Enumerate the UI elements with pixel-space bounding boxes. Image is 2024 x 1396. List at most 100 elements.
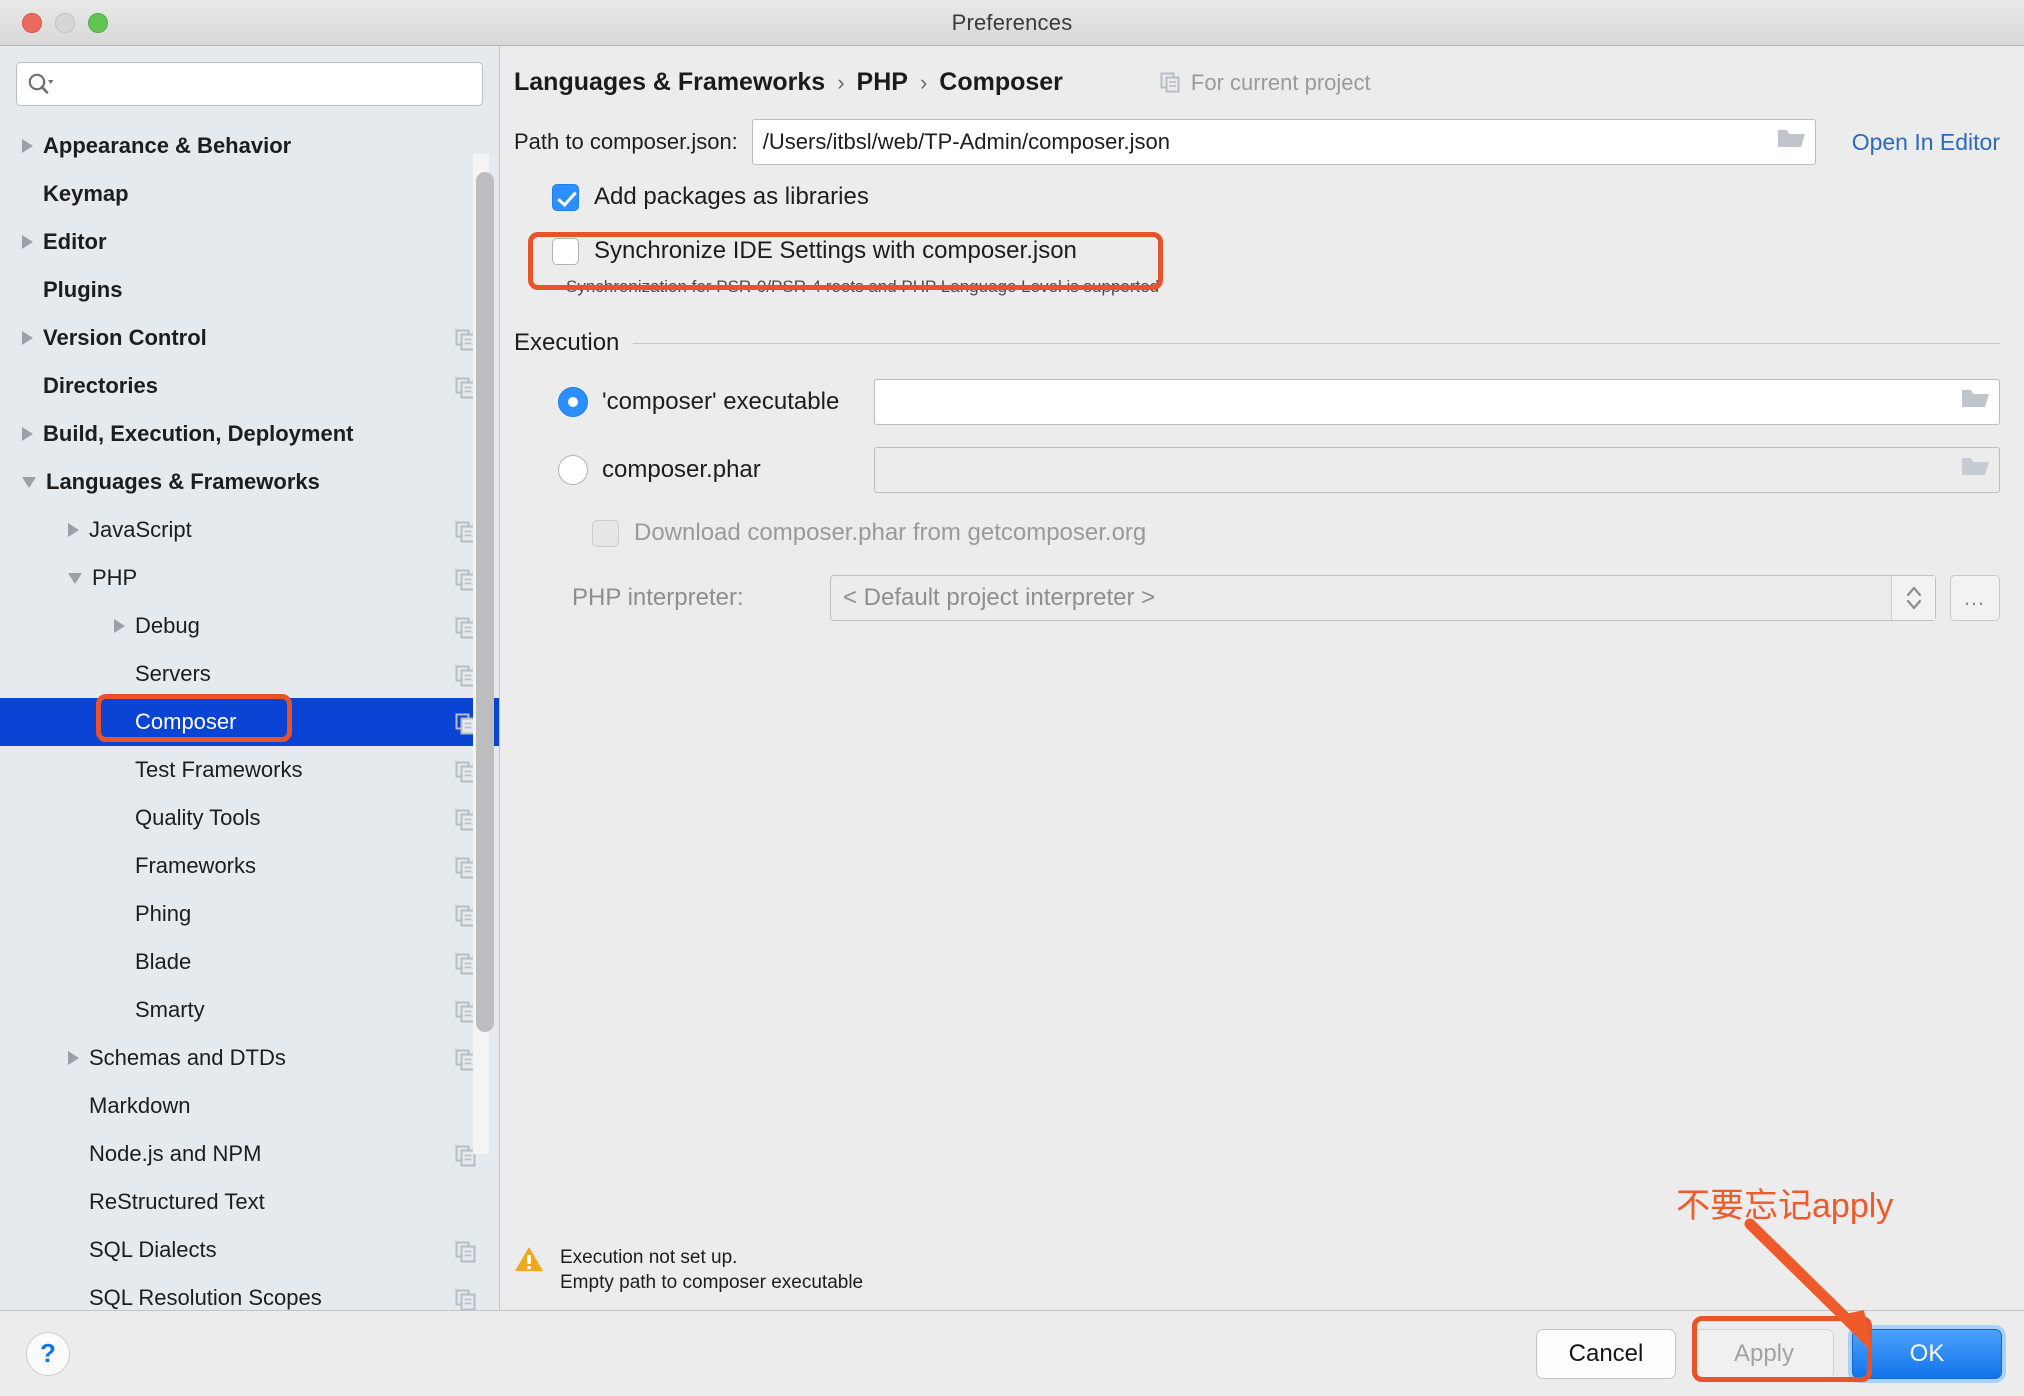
breadcrumb-separator-icon: ›: [919, 69, 928, 95]
path-to-composer-input[interactable]: /Users/itbsl/web/TP-Admin/composer.json: [751, 119, 1816, 165]
path-label: Path to composer.json:: [514, 129, 738, 154]
add-packages-row[interactable]: Add packages as libraries: [552, 183, 2024, 211]
zoom-button[interactable]: [88, 13, 108, 33]
sidebar-item-php[interactable]: PHP: [0, 554, 499, 602]
synchronize-ide-settings-row[interactable]: Synchronize IDE Settings with composer.j…: [552, 237, 2024, 265]
sidebar-item-sql-dialects[interactable]: SQL Dialects: [0, 1226, 499, 1274]
sidebar-scrollbar-thumb[interactable]: [476, 172, 494, 1032]
sidebar-item-schemas-and-dtds[interactable]: Schemas and DTDs: [0, 1034, 499, 1082]
search-box[interactable]: [16, 62, 483, 106]
add-packages-label: Add packages as libraries: [594, 183, 869, 210]
sidebar-scrollbar[interactable]: [473, 154, 494, 1154]
settings-tree[interactable]: Appearance & Behavior Keymap Editor Plugins…: [0, 118, 499, 1310]
download-phar-checkbox[interactable]: [592, 519, 619, 547]
window-controls: [22, 13, 108, 33]
window-title: Preferences: [951, 9, 1073, 35]
sidebar-item-frameworks[interactable]: Frameworks: [0, 842, 499, 890]
sidebar-item-label: Markdown: [89, 1093, 191, 1118]
sidebar-item-debug[interactable]: Debug: [0, 602, 499, 650]
settings-sidebar: Appearance & Behavior Keymap Editor Plugins…: [0, 46, 500, 1310]
sidebar-item-label: Node.js and NPM: [89, 1141, 262, 1166]
composer-executable-label: 'composer' executable: [602, 388, 840, 415]
minimize-button[interactable]: [55, 13, 75, 33]
sidebar-item-composer[interactable]: Composer: [0, 698, 499, 746]
chevron-right-icon[interactable]: [68, 523, 79, 537]
add-packages-checkbox[interactable]: [552, 183, 579, 211]
chevron-right-icon[interactable]: [68, 1051, 79, 1065]
chevron-right-icon[interactable]: [22, 427, 33, 441]
ok-button[interactable]: OK: [1852, 1328, 2002, 1379]
sidebar-item-blade[interactable]: Blade: [0, 938, 499, 986]
sidebar-item-editor[interactable]: Editor: [0, 218, 499, 266]
sidebar-item-javascript[interactable]: JavaScript: [0, 506, 499, 554]
composer-phar-row[interactable]: composer.phar: [514, 447, 2024, 493]
browse-folder-icon[interactable]: [1777, 127, 1807, 157]
php-interpreter-more-button[interactable]: …: [1950, 575, 2000, 621]
chevron-down-icon[interactable]: [22, 476, 36, 488]
chevron-right-icon[interactable]: [22, 139, 33, 153]
composer-settings-panel: Path to composer.json: /Users/itbsl/web/…: [500, 109, 2024, 1310]
cancel-button[interactable]: Cancel: [1536, 1328, 1676, 1379]
sidebar-item-appearance-behavior[interactable]: Appearance & Behavior: [0, 122, 499, 170]
open-in-editor-link[interactable]: Open In Editor: [1852, 129, 2000, 156]
sidebar-item-plugins[interactable]: Plugins: [0, 266, 499, 314]
sidebar-item-quality-tools[interactable]: Quality Tools: [0, 794, 499, 842]
sidebar-item-directories[interactable]: Directories: [0, 362, 499, 410]
search-container: [0, 46, 499, 118]
breadcrumb-php[interactable]: PHP: [857, 68, 908, 97]
help-button[interactable]: ?: [26, 1331, 70, 1376]
breadcrumb-root[interactable]: Languages & Frameworks: [514, 68, 825, 97]
sidebar-item-servers[interactable]: Servers: [0, 650, 499, 698]
sidebar-item-version-control[interactable]: Version Control: [0, 314, 499, 362]
sidebar-item-label: Debug: [135, 613, 200, 638]
download-phar-row[interactable]: Download composer.phar from getcomposer.…: [592, 519, 2024, 547]
sidebar-item-label: Plugins: [43, 277, 123, 302]
chevron-down-icon[interactable]: [68, 572, 82, 584]
preferences-window: Preferences Appearance & Behavior Keymap: [0, 0, 2024, 1396]
path-value: /Users/itbsl/web/TP-Admin/composer.json: [762, 129, 1170, 154]
sidebar-item-node-js-and-npm[interactable]: Node.js and NPM: [0, 1130, 499, 1178]
search-input[interactable]: [59, 73, 472, 95]
warning-icon: [514, 1245, 544, 1278]
browse-folder-icon[interactable]: [1961, 387, 1991, 417]
composer-executable-radio[interactable]: [558, 387, 588, 417]
sidebar-item-restructured-text[interactable]: ReStructured Text: [0, 1178, 499, 1226]
sidebar-item-languages-frameworks[interactable]: Languages & Frameworks: [0, 458, 499, 506]
breadcrumb-composer: Composer: [939, 68, 1063, 96]
composer-phar-input[interactable]: [874, 447, 2000, 493]
composer-executable-input[interactable]: [874, 379, 2000, 425]
sidebar-item-sql-resolution-scopes[interactable]: SQL Resolution Scopes: [0, 1274, 499, 1310]
chevron-right-icon[interactable]: [114, 619, 125, 633]
php-interpreter-select[interactable]: < Default project interpreter >: [830, 575, 1936, 621]
close-button[interactable]: [22, 13, 42, 33]
sidebar-item-test-frameworks[interactable]: Test Frameworks: [0, 746, 499, 794]
window-body: Appearance & Behavior Keymap Editor Plugins…: [0, 46, 2024, 1310]
sidebar-item-label: Quality Tools: [135, 805, 261, 830]
chevron-right-icon[interactable]: [22, 235, 33, 249]
composer-executable-row[interactable]: 'composer' executable: [514, 379, 2024, 425]
sidebar-item-label: Languages & Frameworks: [46, 469, 320, 494]
php-interpreter-row: PHP interpreter: < Default project inter…: [514, 575, 2024, 621]
execution-group-header: Execution: [514, 329, 2024, 357]
chevron-right-icon[interactable]: [22, 331, 33, 345]
browse-folder-icon[interactable]: [1961, 455, 1991, 485]
warning-line-1: Execution not set up.: [560, 1246, 738, 1268]
sidebar-item-phing[interactable]: Phing: [0, 890, 499, 938]
sidebar-item-label: Version Control: [43, 325, 207, 350]
synchronize-ide-settings-checkbox[interactable]: [552, 237, 579, 265]
apply-button[interactable]: Apply: [1694, 1328, 1834, 1379]
sidebar-item-label: SQL Resolution Scopes: [89, 1285, 322, 1310]
sidebar-item-label: Composer: [135, 709, 237, 734]
sidebar-item-markdown[interactable]: Markdown: [0, 1082, 499, 1130]
sidebar-item-build-execution-deployment[interactable]: Build, Execution, Deployment: [0, 410, 499, 458]
stepper-icon[interactable]: [1891, 576, 1935, 620]
composer-phar-radio[interactable]: [558, 455, 588, 485]
sidebar-item-smarty[interactable]: Smarty: [0, 986, 499, 1034]
sidebar-item-keymap[interactable]: Keymap: [0, 170, 499, 218]
